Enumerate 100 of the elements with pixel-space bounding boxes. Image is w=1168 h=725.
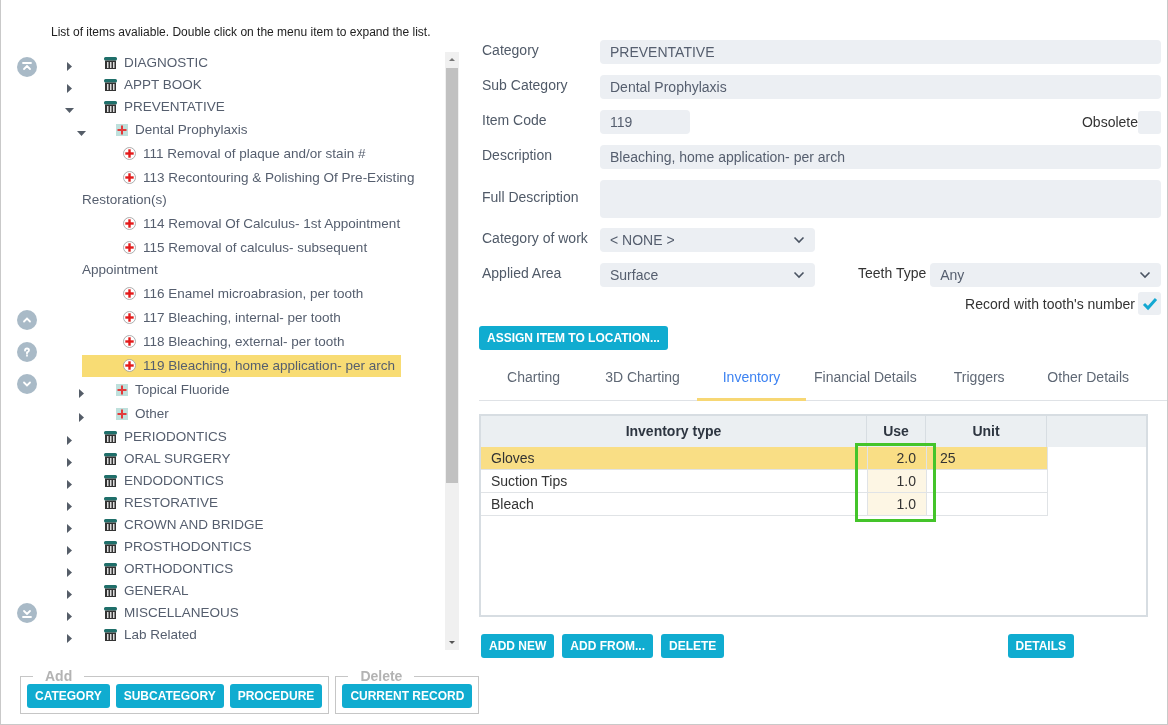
field-label: Category of work (481, 229, 589, 248)
tooth-number-checkbox[interactable] (1138, 292, 1161, 315)
group-legend: Delete (348, 668, 415, 684)
caret-right-icon[interactable] (64, 83, 74, 93)
building-icon (104, 79, 117, 91)
tree-item[interactable]: 113 Recontouring & Polishing Of Pre-Existing Restoration(s) (82, 167, 442, 211)
tree-item[interactable]: Other (116, 403, 169, 425)
tab[interactable]: Triggers (924, 360, 1034, 401)
field-label: Teeth Type (858, 264, 927, 283)
tab[interactable]: Other Details (1033, 360, 1143, 401)
group-legend: Add (33, 668, 85, 684)
caret-right-icon[interactable] (64, 523, 74, 533)
building-icon (104, 453, 117, 465)
tree-item[interactable]: APPT BOOK (104, 74, 202, 96)
building-icon (104, 541, 117, 553)
checkbox-label: Obsolete (1081, 113, 1138, 132)
cross-circle-icon (123, 171, 136, 184)
tree-item[interactable]: Topical Fluoride (116, 379, 230, 401)
item-code-field[interactable]: 119 (600, 110, 690, 134)
help-icon (21, 346, 33, 358)
cross-circle-icon (123, 217, 136, 230)
tree-item[interactable]: ORAL SURGERY (104, 448, 231, 470)
caret-right-icon[interactable] (64, 435, 74, 445)
tree-item[interactable]: CROWN AND BRIDGE (104, 514, 264, 536)
tree-item[interactable]: PERIODONTICS (104, 426, 227, 448)
category-field[interactable]: PREVENTATIVE (600, 40, 1161, 64)
building-icon (104, 475, 117, 487)
tree-item[interactable]: Lab Related (104, 624, 197, 646)
table-row[interactable]: Gloves 2.0 25 (481, 447, 1048, 470)
field-label: Sub Category (481, 76, 569, 95)
chevron-down-icon (793, 271, 805, 279)
caret-right-icon[interactable] (76, 412, 86, 422)
tree-item[interactable]: 117 Bleaching, internal- per tooth (82, 307, 347, 329)
tree-item[interactable]: PROSTHODONTICS (104, 536, 252, 558)
chevron-down-icon (1139, 271, 1151, 279)
cross-square-icon (116, 408, 128, 420)
field-label: Description (481, 146, 554, 165)
field-label: Applied Area (481, 264, 563, 283)
sub-category-field[interactable]: Dental Prophylaxis (600, 75, 1161, 99)
description-field[interactable]: Bleaching, home application- per arch (600, 145, 1161, 169)
scrollbar[interactable] (445, 52, 459, 650)
tree-item[interactable]: 118 Bleaching, external- per tooth (82, 331, 351, 353)
building-icon (104, 607, 117, 619)
tree-item[interactable]: DIAGNOSTIC (104, 52, 208, 74)
caret-right-icon[interactable] (64, 567, 74, 577)
cross-circle-icon (123, 359, 136, 372)
caret-right-icon[interactable] (76, 388, 86, 398)
tree-item[interactable]: 114 Removal Of Calculus- 1st Appointment (82, 213, 407, 235)
building-icon (104, 431, 117, 443)
tab[interactable]: 3D Charting (588, 360, 697, 401)
field-label: Item Code (481, 111, 548, 130)
table-cell-text: Suction Tips (490, 472, 569, 491)
chevrons-down-icon (21, 607, 33, 619)
caret-right-icon[interactable] (64, 545, 74, 555)
cross-square-icon (116, 384, 128, 396)
caret-right-icon[interactable] (64, 61, 74, 71)
tree-item[interactable]: MISCELLANEOUS (104, 602, 239, 624)
tree-item[interactable]: PREVENTATIVE (104, 96, 225, 118)
building-icon (104, 629, 117, 641)
field-label: Full Description (481, 188, 580, 207)
table-cell-text: Bleach (490, 495, 535, 514)
applied-area-select[interactable]: Surface (600, 263, 815, 287)
table-cell: 2.0 (867, 447, 926, 469)
tree-item[interactable]: RESTORATIVE (104, 492, 219, 514)
tab[interactable]: Inventory (697, 360, 806, 401)
tab[interactable]: Charting (479, 360, 588, 401)
teeth-type-select[interactable]: Any (930, 263, 1161, 287)
caret-down-icon[interactable] (64, 105, 74, 115)
table-row[interactable]: Suction Tips 1.0 (481, 470, 1048, 493)
caret-right-icon[interactable] (64, 611, 74, 621)
checkbox-label: Record with tooth's number (965, 294, 1135, 314)
tree-item[interactable]: 119 Bleaching, home application- per arch (82, 355, 401, 377)
table-row[interactable]: Bleach 1.0 (481, 493, 1048, 516)
caret-right-icon[interactable] (64, 479, 74, 489)
tree-item[interactable]: GENERAL (104, 580, 189, 602)
caret-right-icon[interactable] (64, 501, 74, 511)
tree-item[interactable]: 115 Removal of calculus- subsequent Appointment (82, 237, 442, 281)
tab[interactable]: Financial Details (806, 360, 925, 401)
table-cell: 25 (926, 447, 1047, 469)
check-icon (1141, 296, 1158, 311)
instructions-text: List of items avaliable. Double click on the menu item to expand the list. (51, 24, 432, 40)
table-cell-text: Gloves (490, 449, 536, 468)
tree-item[interactable]: ENDODONTICS (104, 470, 224, 492)
caret-right-icon[interactable] (64, 457, 74, 467)
chevron-down-icon (793, 236, 805, 244)
cross-circle-icon (123, 147, 136, 160)
cross-square-icon (116, 124, 128, 136)
table-cell: 1.0 (867, 493, 926, 515)
tree-item[interactable]: 111 Removal of plaque and/or stain # (82, 143, 372, 165)
tree-item[interactable]: Dental Prophylaxis (116, 119, 248, 141)
caret-right-icon[interactable] (64, 589, 74, 599)
category-of-work-select[interactable]: < NONE > (600, 228, 815, 252)
tree-item[interactable]: 116 Enamel microabrasion, per tooth (82, 283, 370, 305)
caret-right-icon[interactable] (64, 633, 74, 643)
table-cell: 1.0 (867, 470, 926, 492)
caret-down-icon[interactable] (76, 128, 86, 138)
tree-item[interactable]: ORTHODONTICS (104, 558, 234, 580)
cross-circle-icon (123, 335, 136, 348)
cross-circle-icon (123, 311, 136, 324)
building-icon (104, 101, 117, 113)
